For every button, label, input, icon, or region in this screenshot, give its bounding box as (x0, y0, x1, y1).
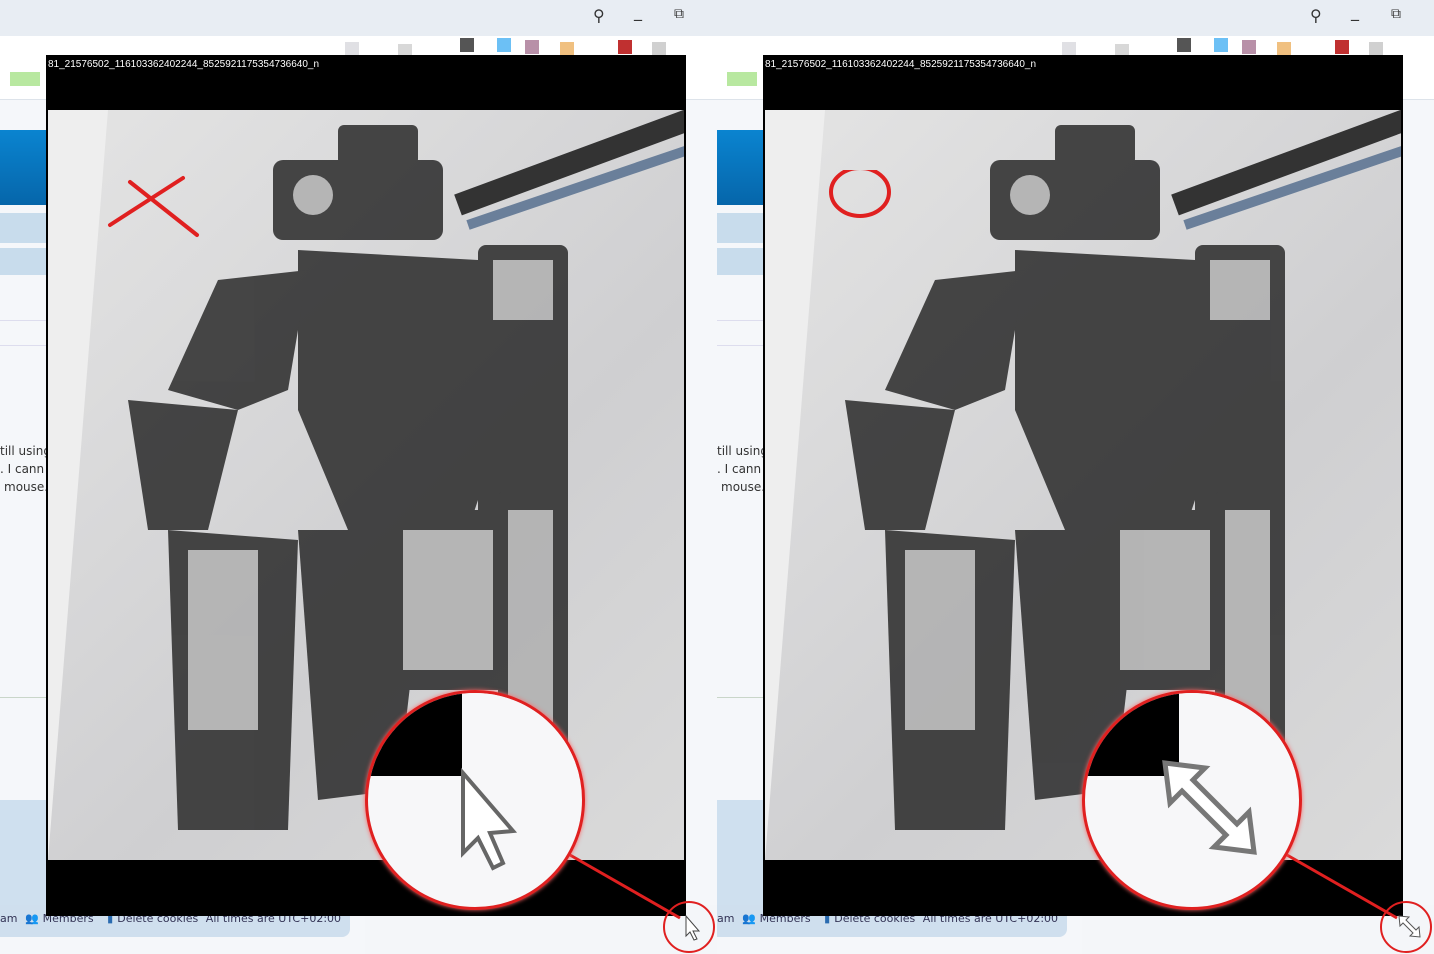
forum-header (717, 130, 767, 205)
members-icon: 👥 (741, 912, 756, 925)
forum-nav-bar (717, 248, 767, 275)
diagonal-resize-cursor-icon (1162, 760, 1257, 855)
diagonal-resize-cursor-icon (1398, 915, 1421, 938)
viewer-title: 81_21576502_116103362402244_852592117535… (48, 59, 320, 70)
forum-header (0, 130, 50, 205)
post-text: . I cann (717, 462, 762, 476)
panel-right-correct: ⚲ _ ⧉ ⋮ till using . I cann mouse. am 👥M… (717, 0, 1434, 954)
minimize-icon[interactable]: _ (634, 2, 642, 21)
members-icon: 👥 (24, 912, 39, 925)
red-cross-mark (108, 176, 199, 237)
forum-nav-bar (0, 213, 50, 243)
minimize-icon[interactable]: _ (1351, 2, 1359, 21)
viewer-title: 81_21576502_116103362402244_852592117535… (765, 59, 1037, 70)
browser-title-bar: ⚲ _ ⧉ ⋮ (717, 0, 1434, 36)
post-text: till using (717, 444, 768, 458)
arrow-cursor-icon (685, 914, 701, 941)
magnifier-circle (1082, 690, 1302, 910)
panel-left-wrong: ⚲ _ ⧉ ⋮ till using . I cann mouse. am 👥M… (0, 0, 717, 954)
search-icon[interactable]: ⚲ (1310, 6, 1322, 25)
arrow-cursor-icon (461, 767, 518, 871)
forum-nav-bar (717, 213, 767, 243)
team-link[interactable]: am (0, 912, 17, 925)
red-circle-mark (829, 170, 891, 218)
post-text: till using (0, 444, 51, 458)
search-icon[interactable]: ⚲ (593, 6, 605, 25)
more-icon[interactable]: ⋮ (1429, 6, 1434, 25)
post-text: mouse. (4, 480, 49, 494)
post-text: . I cann (0, 462, 45, 476)
browser-title-bar: ⚲ _ ⧉ ⋮ (0, 0, 717, 36)
magnifier-circle (365, 690, 585, 910)
post-text: mouse. (721, 480, 766, 494)
restore-icon[interactable]: ⧉ (1391, 6, 1401, 22)
team-link[interactable]: am (717, 912, 734, 925)
restore-icon[interactable]: ⧉ (674, 6, 684, 22)
forum-nav-bar (0, 248, 50, 275)
